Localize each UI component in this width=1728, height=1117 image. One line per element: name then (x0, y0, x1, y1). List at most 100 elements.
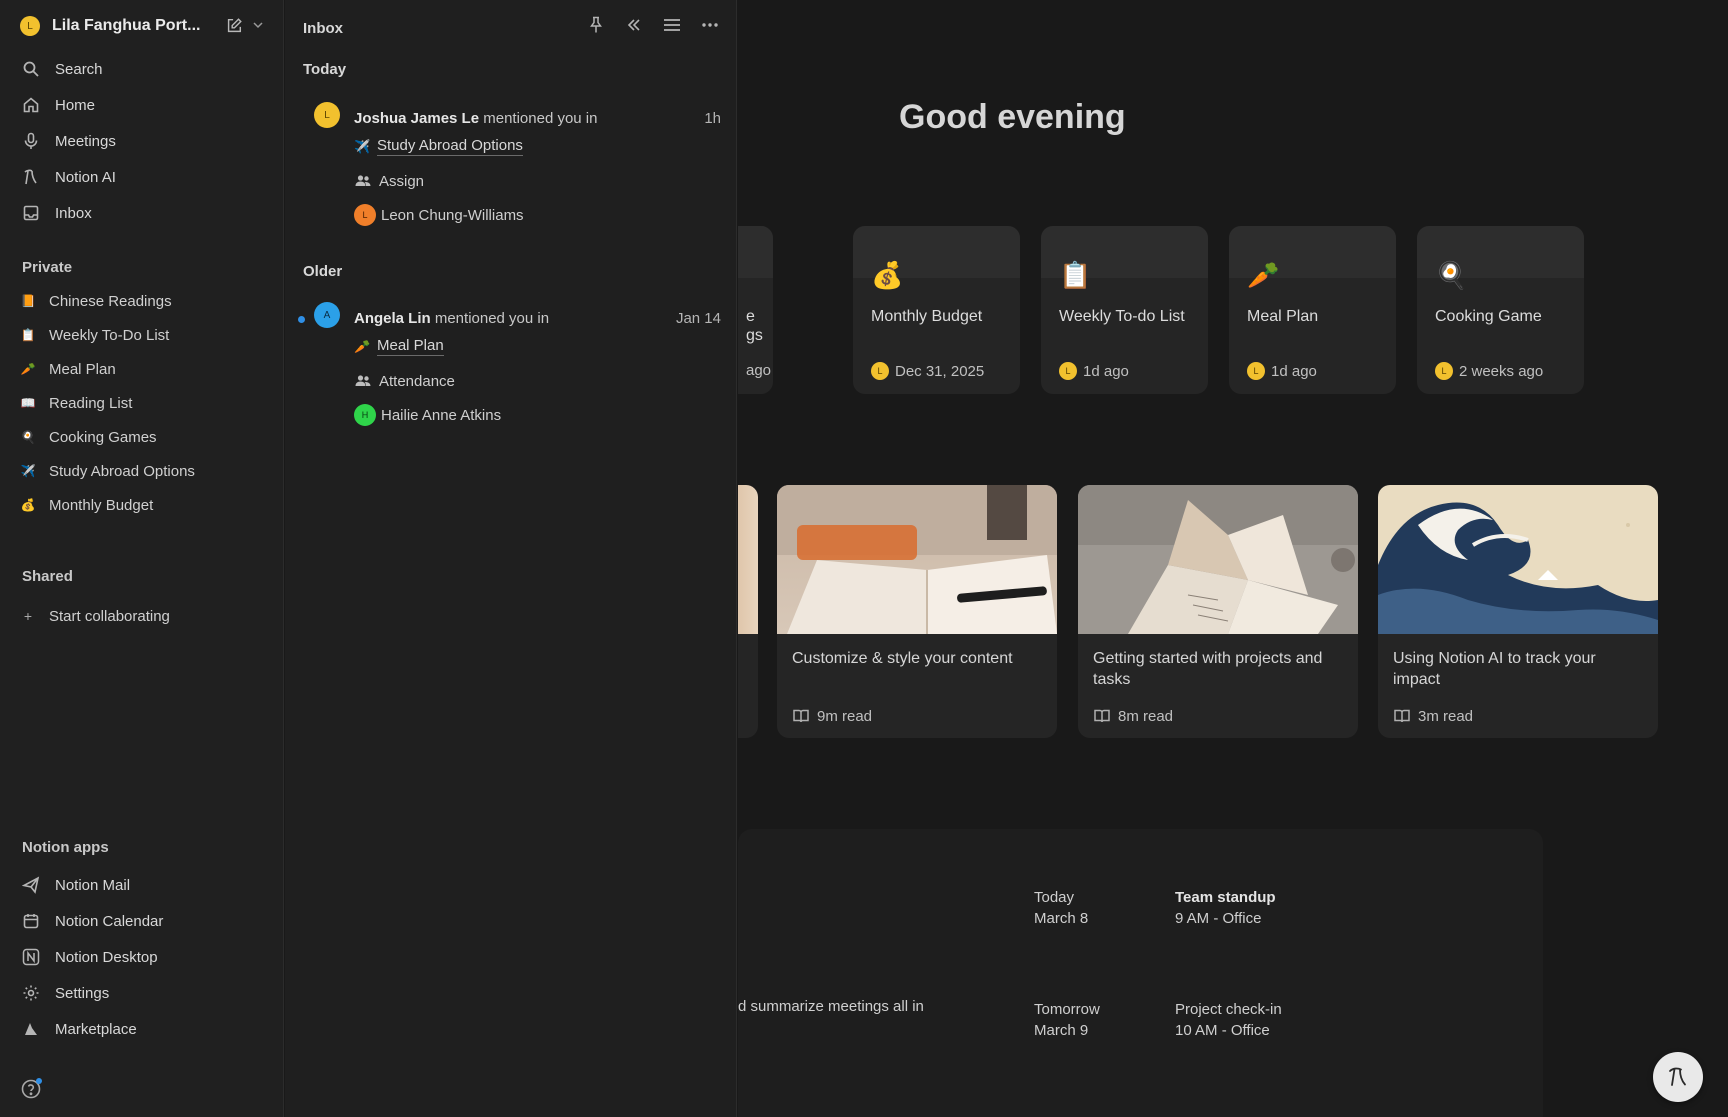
notion-ai-button[interactable] (1653, 1052, 1703, 1102)
notification-page-link[interactable]: ✈️ Study Abroad Options (354, 137, 523, 156)
frying-pan-icon: 🍳 (20, 430, 36, 444)
nav-label: Search (55, 60, 103, 78)
nav-search[interactable]: Search (20, 54, 270, 84)
sidebar-page-cooking-games[interactable]: 🍳 Cooking Games (20, 422, 270, 452)
send-icon (20, 874, 42, 896)
new-page-icon[interactable] (225, 17, 243, 35)
learn-card-customize[interactable]: Customize & style your content 9m read (777, 485, 1057, 738)
app-notion-calendar[interactable]: Notion Calendar (20, 906, 270, 936)
calendar-icon (20, 910, 42, 932)
collapse-icon[interactable] (622, 13, 646, 37)
learn-card-projects[interactable]: Getting started with projects and tasks … (1078, 485, 1358, 738)
notion-apps-heading: Notion apps (22, 839, 109, 856)
avatar: L (1435, 362, 1453, 380)
notification-text: Joshua James Le mentioned you in (354, 110, 597, 127)
plus-icon: + (23, 608, 33, 624)
marketplace-icon (20, 1018, 42, 1040)
page-label: Monthly Budget (49, 496, 154, 514)
notification-property: Attendance (354, 372, 455, 390)
notification-action: mentioned you in (483, 110, 598, 127)
start-collaborating-button[interactable]: + Start collaborating (20, 601, 270, 631)
open-book-photo (1078, 485, 1358, 634)
notification-time: 1h (704, 110, 721, 127)
nav-home[interactable]: Home (20, 90, 270, 120)
recent-card[interactable]: e gs ago (738, 226, 773, 394)
event-date-label: March 8 (1034, 910, 1089, 927)
card-title: Meal Plan (1247, 308, 1319, 325)
carrot-icon: 🥕 (354, 338, 371, 354)
frying-pan-icon: 🍳 (1435, 260, 1468, 290)
notification-item[interactable]: L Joshua James Le mentioned you in 1h ✈️… (285, 96, 737, 236)
sidebar-page-weekly-todo[interactable]: 📋 Weekly To-Do List (20, 320, 270, 350)
microphone-icon (20, 130, 42, 152)
unread-dot (298, 316, 305, 323)
notification-item[interactable]: A Angela Lin mentioned you in Jan 14 🥕 Me… (285, 296, 737, 436)
sidebar-page-study-abroad[interactable]: ✈️ Study Abroad Options (20, 456, 270, 486)
avatar: L (1059, 362, 1077, 380)
sidebar-page-meal-plan[interactable]: 🥕 Meal Plan (20, 354, 270, 384)
avatar: A (314, 302, 340, 328)
calendar-widget: d summarize meetings all in Today March 8… (738, 829, 1543, 1117)
notification-person: H Hailie Anne Atkins (354, 404, 501, 426)
app-label: Marketplace (55, 1020, 137, 1038)
event-day-label: Tomorrow (1034, 1001, 1100, 1018)
learn-card-title: Using Notion AI to track your impact (1393, 650, 1596, 688)
workspace-switcher[interactable]: L Lila Fanghua Port... (20, 14, 270, 38)
more-icon[interactable] (698, 13, 722, 37)
event-project-checkin[interactable]: Project check-in 10 AM - Office (1175, 999, 1282, 1041)
app-notion-mail[interactable]: Notion Mail (20, 870, 270, 900)
notification-action: mentioned you in (434, 310, 550, 327)
book-icon (1394, 709, 1410, 723)
page-title[interactable]: Study Abroad Options (377, 137, 523, 156)
notion-ai-icon (20, 166, 42, 188)
chevron-down-icon[interactable] (251, 18, 265, 32)
card-meta: L 1d ago (1059, 362, 1129, 380)
avatar: H (354, 404, 376, 426)
carrot-icon: 🥕 (20, 362, 36, 376)
notification-author: Angela Lin (354, 310, 431, 327)
sidebar-page-reading-list[interactable]: 📖 Reading List (20, 388, 270, 418)
notion-ai-icon (1669, 1067, 1686, 1086)
learn-card-partial[interactable] (738, 485, 758, 738)
event-title: Team standup (1175, 887, 1276, 908)
nav-inbox[interactable]: Inbox (20, 198, 270, 228)
page-title[interactable]: Meal Plan (377, 337, 444, 356)
recent-card-meal-plan[interactable]: 🥕 Meal Plan L 1d ago (1229, 226, 1396, 394)
recent-card-cooking-game[interactable]: 🍳 Cooking Game L 2 weeks ago (1417, 226, 1584, 394)
shared-heading[interactable]: Shared (22, 568, 73, 585)
nav-meetings[interactable]: Meetings (20, 126, 270, 156)
group-older: Older (303, 263, 343, 280)
inbox-title: Inbox (303, 20, 343, 37)
pin-icon[interactable] (584, 13, 608, 37)
notification-page-link[interactable]: 🥕 Meal Plan (354, 337, 444, 356)
people-icon (355, 375, 371, 386)
app-notion-desktop[interactable]: Notion Desktop (20, 942, 270, 972)
notification-time: Jan 14 (675, 310, 721, 327)
learn-card-notion-ai[interactable]: Using Notion AI to track your impact 3m … (1378, 485, 1658, 738)
recent-card-monthly-budget[interactable]: 💰 Monthly Budget L Dec 31, 2025 (853, 226, 1020, 394)
people-icon (355, 175, 371, 186)
nav-label: Inbox (55, 204, 92, 222)
page-label: Reading List (49, 394, 133, 412)
workspace-name[interactable]: Lila Fanghua Port... (52, 17, 202, 35)
card-date: 1d ago (1083, 362, 1129, 380)
recent-card-weekly-todo[interactable]: 📋 Weekly To-do List L 1d ago (1041, 226, 1208, 394)
card-date: 2 weeks ago (1459, 362, 1544, 380)
money-bag-icon: 💰 (20, 498, 36, 512)
read-time: 3m read (1393, 707, 1473, 725)
card-meta: L 2 weeks ago (1435, 362, 1543, 380)
filter-icon[interactable] (660, 13, 684, 37)
private-heading[interactable]: Private (22, 259, 72, 276)
event-title-text: Team standup (1175, 889, 1276, 906)
app-settings[interactable]: Settings (20, 978, 270, 1008)
gear-icon (20, 982, 42, 1004)
app-marketplace[interactable]: Marketplace (20, 1014, 270, 1044)
card-title: e gs (746, 308, 763, 344)
sidebar-page-monthly-budget[interactable]: 💰 Monthly Budget (20, 490, 270, 520)
person-name: Hailie Anne Atkins (381, 406, 502, 424)
event-team-standup[interactable]: Team standup 9 AM - Office (1175, 887, 1276, 929)
nav-notion-ai[interactable]: Notion AI (20, 162, 270, 192)
card-meta: ago (746, 362, 772, 379)
card-title: Cooking Game (1435, 308, 1542, 325)
sidebar-page-chinese-readings[interactable]: 📙 Chinese Readings (20, 286, 270, 316)
